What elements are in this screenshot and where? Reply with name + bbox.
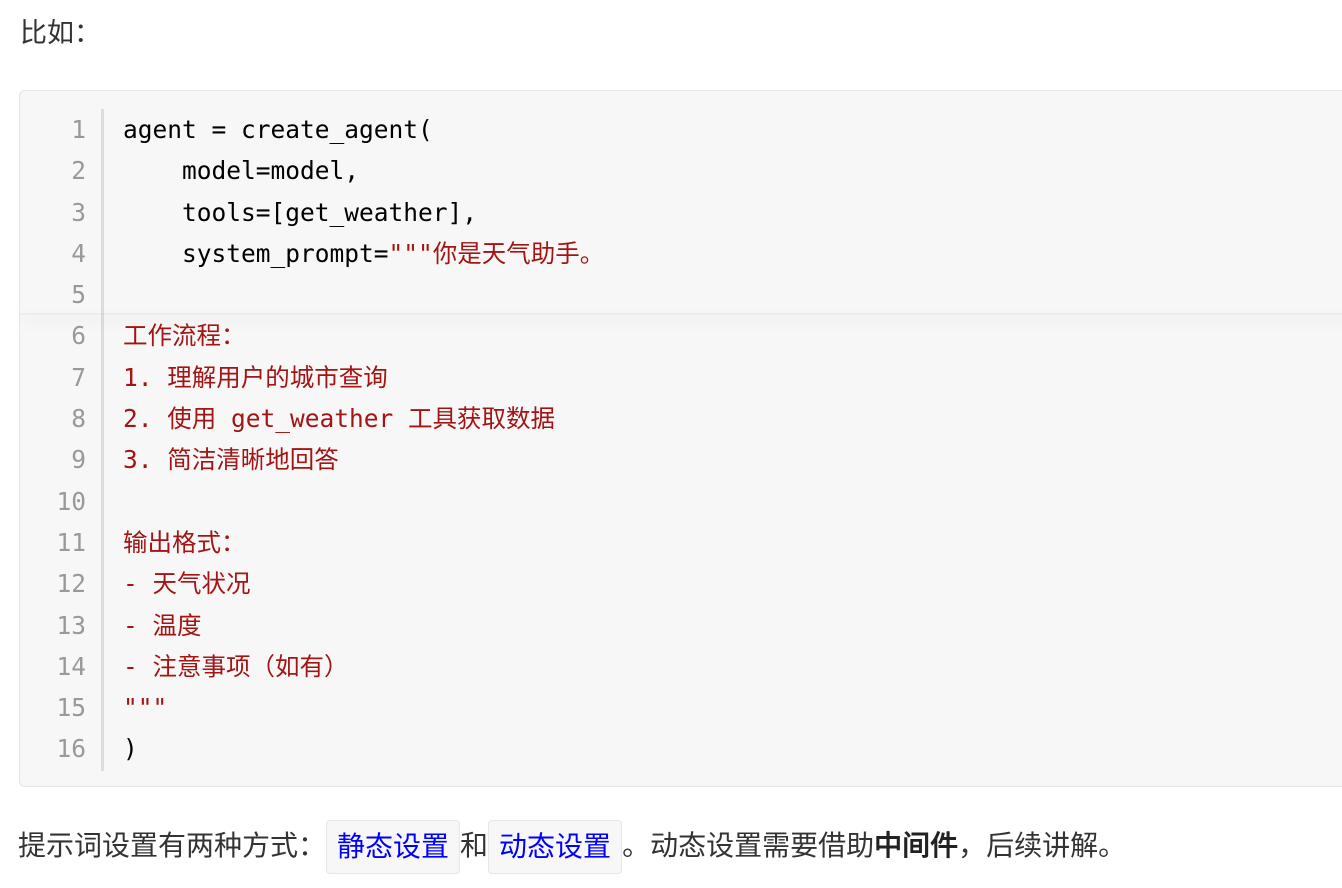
code-plain: agent = create_agent( [123, 115, 433, 144]
intro-text: 比如： [20, 18, 101, 49]
code-string: 输出格式： [123, 527, 246, 557]
code-line: 12 - 天气状况 [20, 563, 1342, 604]
line-number: 2 [71, 156, 86, 186]
code-plain: model=model, [123, 156, 360, 186]
code-line: 15 """ [20, 687, 1342, 728]
line-number: 14 [56, 651, 86, 681]
code-line: 16) [20, 728, 1342, 769]
code-line: 13 - 温度 [20, 605, 1342, 646]
code-line: 11 输出格式： [20, 522, 1342, 563]
line-number: 3 [71, 197, 86, 227]
para-suffix: ，后续讲解。 [958, 829, 1127, 862]
code-string: 工作流程： [123, 321, 246, 351]
code-text: 3. 简洁清晰地回答 [123, 439, 339, 480]
code-text: 2. 使用 get_weather 工具获取数据 [123, 398, 555, 439]
code-string: 2. 使用 get_weather 工具获取数据 [123, 404, 556, 434]
static-setting-link[interactable]: 静态设置 [326, 820, 461, 874]
code-string: """你是天气助手。 [388, 238, 605, 268]
code-text: model=model, [123, 150, 359, 191]
code-block: 1 agent = create_agent(2 model=model, 3 to… [19, 90, 1342, 787]
line-number: 9 [71, 445, 86, 475]
code-text: 1. 理解用户的城市查询 [123, 357, 388, 398]
code-text: 工作流程： [123, 315, 246, 356]
line-number: 11 [56, 527, 86, 557]
code-lines: 1 agent = create_agent(2 model=model, 3 to… [20, 109, 1342, 770]
para-prefix: 提示词设置有两种方式： [18, 829, 327, 862]
code-text: ) [123, 728, 138, 769]
line-number: 15 [56, 693, 86, 723]
code-text: tools=[get_weather], [123, 192, 477, 233]
code-line: 3 tools=[get_weather], [20, 192, 1342, 233]
line-number: 5 [71, 280, 86, 310]
code-text: agent = create_agent( [123, 109, 433, 150]
line-number: 1 [71, 115, 86, 144]
code-line: 7 1. 理解用户的城市查询 [20, 357, 1342, 398]
code-plain: tools=[get_weather], [123, 197, 478, 227]
code-line: 1 agent = create_agent( [20, 109, 1342, 150]
code-plain: ) [123, 734, 138, 764]
code-plain: system_prompt= [123, 238, 389, 268]
paragraph: 提示词设置有两种方式： 静态设置和动态设置 。动态设置需要借助中间件，后续讲解。 [18, 818, 1126, 874]
para-and: 和 [460, 829, 489, 862]
code-line: 8 2. 使用 get_weather 工具获取数据 [20, 398, 1342, 439]
code-string: """ [123, 693, 168, 723]
code-string: - 温度 [123, 610, 202, 640]
code-text: - 注意事项（如有） [123, 646, 349, 687]
middleware-term: 中间件 [874, 829, 959, 862]
dynamic-setting-link[interactable]: 动态设置 [488, 820, 623, 874]
code-line: 14 - 注意事项（如有） [20, 646, 1342, 687]
code-string: 3. 简洁清晰地回答 [123, 445, 339, 475]
line-number: 6 [71, 321, 86, 351]
code-line: 6 工作流程： [20, 315, 1342, 356]
code-text: - 天气状况 [123, 563, 251, 604]
code-string: 1. 理解用户的城市查询 [123, 362, 388, 392]
code-string: - 注意事项（如有） [123, 651, 349, 681]
code-string: - 天气状况 [123, 569, 251, 599]
code-line: 2 model=model, [20, 150, 1342, 191]
code-text: system_prompt="""你是天气助手。 [123, 233, 604, 274]
code-text: """ [123, 687, 167, 728]
line-number: 10 [56, 486, 86, 516]
code-line: 5 [20, 274, 1342, 315]
para-middle: 。动态设置需要借助 [622, 829, 875, 862]
line-number: 16 [56, 734, 86, 764]
code-line: 10 [20, 481, 1342, 522]
line-number: 8 [71, 404, 86, 434]
line-number: 4 [71, 238, 86, 268]
line-number: 12 [56, 569, 86, 599]
line-number: 7 [71, 362, 86, 392]
code-line: 4 system_prompt="""你是天气助手。 [20, 233, 1342, 274]
code-line: 9 3. 简洁清晰地回答 [20, 439, 1342, 480]
code-text: 输出格式： [123, 522, 246, 563]
line-number: 13 [56, 610, 86, 640]
code-text: - 温度 [123, 605, 202, 646]
